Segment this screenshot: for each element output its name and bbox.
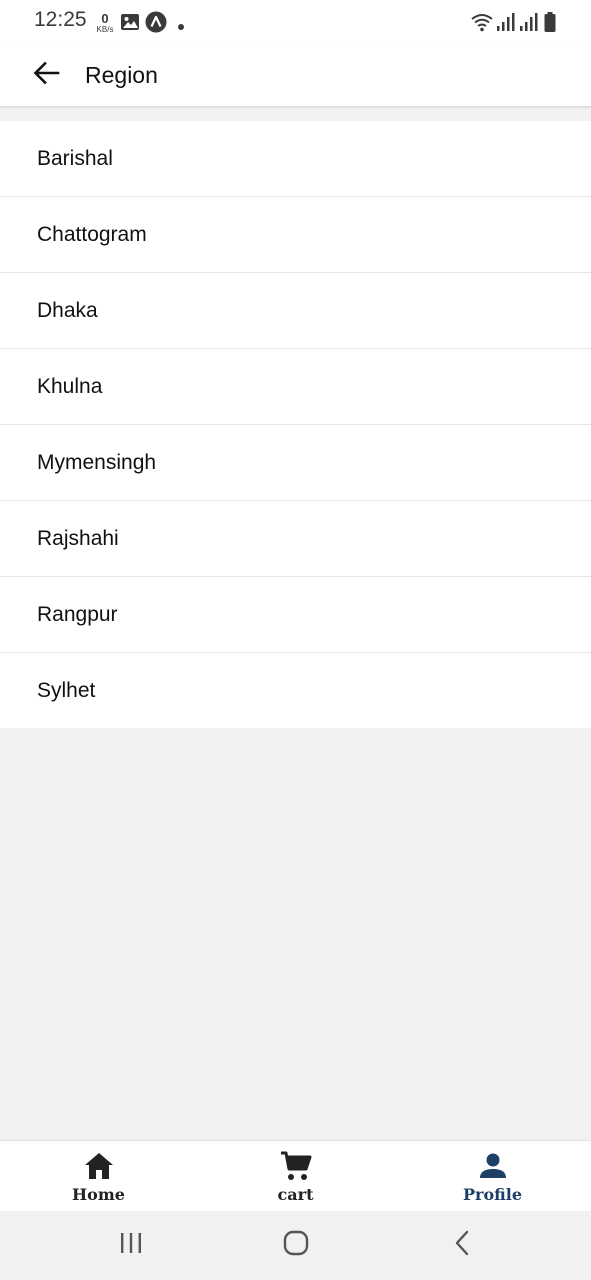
nav-home[interactable]: Home bbox=[0, 1141, 197, 1212]
image-icon bbox=[120, 12, 140, 37]
dot-icon bbox=[177, 18, 185, 36]
list-item[interactable]: Rajshahi bbox=[0, 501, 591, 577]
nav-label: Home bbox=[72, 1185, 125, 1204]
app-a-icon bbox=[145, 11, 167, 38]
region-label: Rajshahi bbox=[37, 526, 119, 550]
list-item[interactable]: Chattogram bbox=[0, 197, 591, 273]
list-item[interactable]: Dhaka bbox=[0, 273, 591, 349]
page-title: Region bbox=[85, 62, 158, 88]
region-label: Sylhet bbox=[37, 678, 96, 702]
net-speed: 0 KB/s bbox=[94, 12, 116, 34]
list-item[interactable]: Khulna bbox=[0, 349, 591, 425]
region-label: Khulna bbox=[37, 374, 103, 398]
home-icon bbox=[83, 1150, 115, 1182]
list-item[interactable]: Barishal bbox=[0, 121, 591, 197]
back-button[interactable] bbox=[26, 57, 66, 93]
person-icon bbox=[478, 1150, 508, 1182]
home-circle-icon bbox=[283, 1230, 309, 1261]
battery-icon bbox=[543, 11, 557, 38]
list-item[interactable]: Rangpur bbox=[0, 577, 591, 653]
region-label: Dhaka bbox=[37, 298, 98, 322]
region-list: Barishal Chattogram Dhaka Khulna Mymensi… bbox=[0, 121, 591, 728]
net-speed-unit: KB/s bbox=[96, 25, 114, 34]
list-item[interactable]: Mymensingh bbox=[0, 425, 591, 501]
nav-cart[interactable]: cart bbox=[197, 1141, 394, 1212]
app-bar: Region bbox=[0, 44, 591, 107]
arrow-left-icon bbox=[32, 61, 60, 90]
signal-icon bbox=[496, 12, 516, 37]
list-item[interactable]: Sylhet bbox=[0, 653, 591, 728]
nav-label: cart bbox=[277, 1185, 314, 1204]
nav-profile[interactable]: Profile bbox=[394, 1141, 591, 1212]
system-nav-bar bbox=[0, 1211, 591, 1280]
system-back-button[interactable] bbox=[432, 1225, 492, 1265]
screen: 12:25 0 KB/s Region Barishal Chattogram … bbox=[0, 0, 591, 1280]
net-speed-value: 0 bbox=[101, 11, 109, 26]
recents-icon bbox=[119, 1232, 143, 1259]
bottom-nav: Home cart Profile bbox=[0, 1140, 591, 1212]
region-label: Mymensingh bbox=[37, 450, 157, 474]
system-home-button[interactable] bbox=[266, 1225, 326, 1265]
nav-label: Profile bbox=[462, 1185, 523, 1204]
status-bar: 12:25 0 KB/s bbox=[0, 0, 591, 44]
recents-button[interactable] bbox=[101, 1225, 161, 1265]
wifi-icon bbox=[470, 12, 494, 37]
region-label: Rangpur bbox=[37, 602, 118, 626]
back-chevron-icon bbox=[453, 1230, 471, 1261]
region-label: Barishal bbox=[37, 146, 113, 170]
region-label: Chattogram bbox=[37, 222, 147, 246]
cart-icon bbox=[279, 1150, 313, 1182]
status-time: 12:25 bbox=[34, 8, 87, 31]
signal-icon bbox=[519, 12, 539, 37]
